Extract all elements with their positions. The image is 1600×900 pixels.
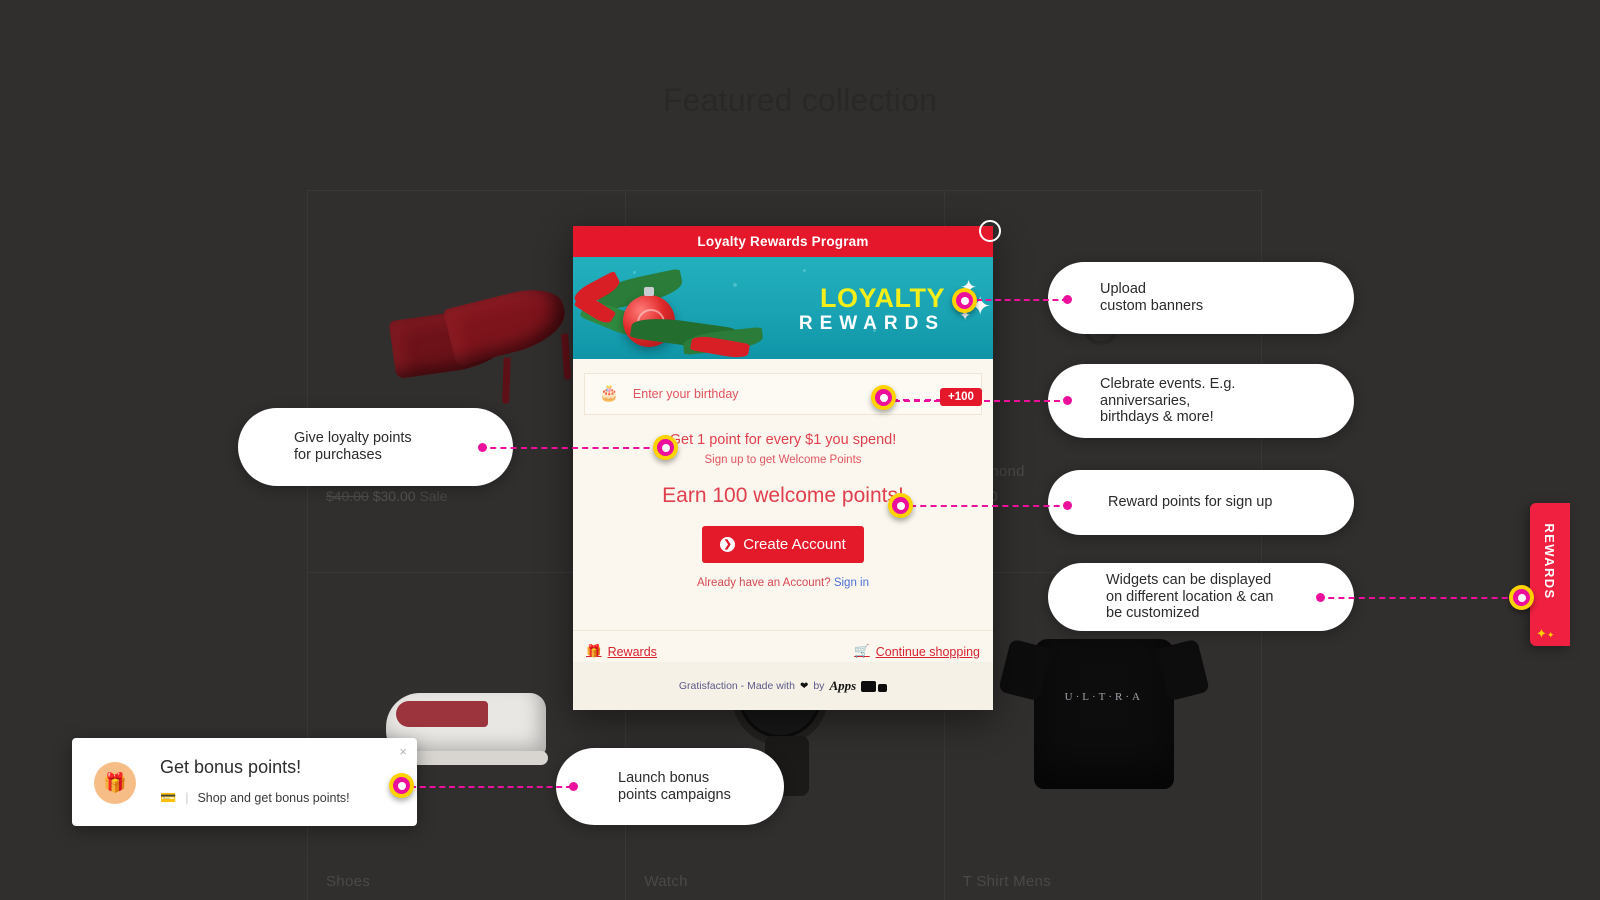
tshirt-print: U·L·T·R·A (1064, 691, 1143, 703)
product-meta: Shoes (326, 873, 370, 890)
connector-dot-events (1063, 396, 1072, 405)
connector-dot-signup (1063, 501, 1072, 510)
marker-rewards-tab[interactable] (1509, 585, 1534, 610)
callout-launch-campaign: Launch bonus points campaigns (556, 748, 784, 825)
marker-welcome-points[interactable] (888, 493, 913, 518)
marker-upload-banners[interactable] (952, 288, 977, 313)
toast-title: Get bonus points! (160, 757, 302, 777)
gift-icon: 🎁 (586, 644, 602, 658)
birthday-input-row[interactable]: 🎂 Enter your birthday (584, 373, 982, 415)
cart-icon: 🛒 (854, 644, 870, 658)
connector-line-launch (410, 786, 572, 788)
connector-dot-loyalty (478, 443, 487, 452)
sign-in-link[interactable]: Sign in (834, 577, 869, 589)
connector-dot-upload (1063, 295, 1072, 304)
offer-line: Get 1 point for every $1 you spend! (669, 432, 897, 448)
divider: | (185, 791, 189, 805)
connector-dot-widgets (1316, 593, 1325, 602)
signin-line: Already have an Account? Sign in (573, 577, 993, 589)
app-root: Featured collection Shoes $40.00 $30.00 … (0, 0, 1600, 900)
card-icon: 💳 (160, 790, 177, 805)
bonus-points-toast: 🎁 Get bonus points! 💳 | Shop and get bon… (72, 738, 417, 826)
callout-text: Reward points for sign up (1108, 494, 1273, 511)
continue-shopping-link[interactable]: 🛒 Continue shopping (854, 644, 980, 659)
connector-line-widgets (1318, 597, 1518, 599)
product-price: $40.00 $30.00 Sale (326, 488, 447, 504)
create-account-label: Create Account (743, 536, 846, 553)
birthday-placeholder: Enter your birthday (632, 387, 739, 401)
rewards-link[interactable]: 🎁 Rewards (586, 644, 657, 659)
rewards-tab-label: REWARDS (1542, 523, 1558, 600)
toast-subtitle: Shop and get bonus points! (197, 791, 350, 805)
modal-footer-links: 🎁 Rewards 🛒 Continue shopping (573, 630, 993, 659)
heart-icon: ❤ (799, 680, 809, 692)
chat-bubbles-icon (861, 680, 888, 692)
cta-wrapper: ❯ Create Account (573, 526, 993, 563)
modal-title: Loyalty Rewards Program (573, 226, 993, 257)
callout-upload-banners: Upload custom banners (1048, 262, 1354, 334)
page-title: Featured collection (662, 82, 938, 118)
callout-celebrate-events: Clebrate events. E.g. anniversaries, bir… (1048, 364, 1354, 438)
banner-lockup: LOYALTY REWARDS (799, 285, 945, 337)
footer-text: Gratisfaction - Made with (678, 680, 795, 692)
price-tag: Sale (419, 488, 448, 504)
sparkle-icon: ✦✦ (1536, 626, 1555, 641)
callout-reward-signup: Reward points for sign up (1048, 470, 1354, 535)
product-name: Watch (644, 873, 688, 890)
create-account-button[interactable]: ❯ Create Account (702, 526, 864, 563)
product-meta: Watch (644, 873, 687, 890)
callout-text: Upload custom banners (1100, 281, 1204, 314)
continue-shopping-label: Continue shopping (875, 644, 980, 659)
marker-loyalty-points[interactable] (653, 435, 678, 460)
modal-close-button[interactable]: × (979, 220, 1001, 242)
product-name: Shoes (326, 873, 371, 890)
price-original: $40.00 (326, 488, 369, 504)
product-name: T Shirt Mens (962, 873, 1052, 890)
callout-text: Give loyalty points for purchases (294, 430, 412, 463)
cake-icon: 🎂 (599, 385, 619, 402)
toast-close-button[interactable]: × (399, 744, 407, 759)
callout-widgets: Widgets can be displayed on different lo… (1048, 563, 1354, 631)
footer-by: by (813, 680, 825, 692)
footer-brand: Apps (829, 678, 857, 693)
loyalty-rewards-modal: Loyalty Rewards Program LOYALTY REWARDS … (573, 226, 993, 710)
connector-line-signup (910, 505, 1070, 507)
gift-icon: 🎁 (94, 762, 136, 804)
callout-text: Clebrate events. E.g. anniversaries, bir… (1100, 375, 1236, 426)
modal-banner-image: LOYALTY REWARDS (573, 257, 993, 359)
modal-branding-footer: Gratisfaction - Made with ❤ by Apps (573, 662, 993, 710)
chevron-right-icon: ❯ (720, 537, 736, 552)
banner-headline-bottom: REWARDS (798, 313, 945, 334)
connector-line-upload (976, 299, 1068, 301)
marker-bonus-toast[interactable] (389, 773, 414, 798)
product-meta: T Shirt Mens (963, 873, 1051, 890)
connector-line-loyalty (480, 447, 670, 449)
sub-line: Sign up to get Welcome Points (704, 454, 862, 466)
marker-birthday[interactable] (871, 385, 896, 410)
points-badge: +100 (940, 388, 982, 406)
signin-prefix: Already have an Account? (697, 577, 831, 589)
banner-headline-top: LOYALTY (819, 283, 945, 313)
connector-line-birthday (892, 399, 942, 401)
toast-subtitle-row: 💳 | Shop and get bonus points! (160, 790, 350, 806)
callout-loyalty-points: Give loyalty points for purchases (238, 408, 513, 486)
callout-text: Widgets can be displayed on different lo… (1106, 571, 1274, 622)
callout-text: Launch bonus points campaigns (618, 769, 731, 803)
rewards-link-label: Rewards (607, 644, 657, 659)
connector-dot-launch (569, 782, 578, 791)
rewards-side-tab[interactable]: REWARDS ✦✦ (1530, 503, 1570, 646)
price-sale: $30.00 (372, 488, 416, 504)
